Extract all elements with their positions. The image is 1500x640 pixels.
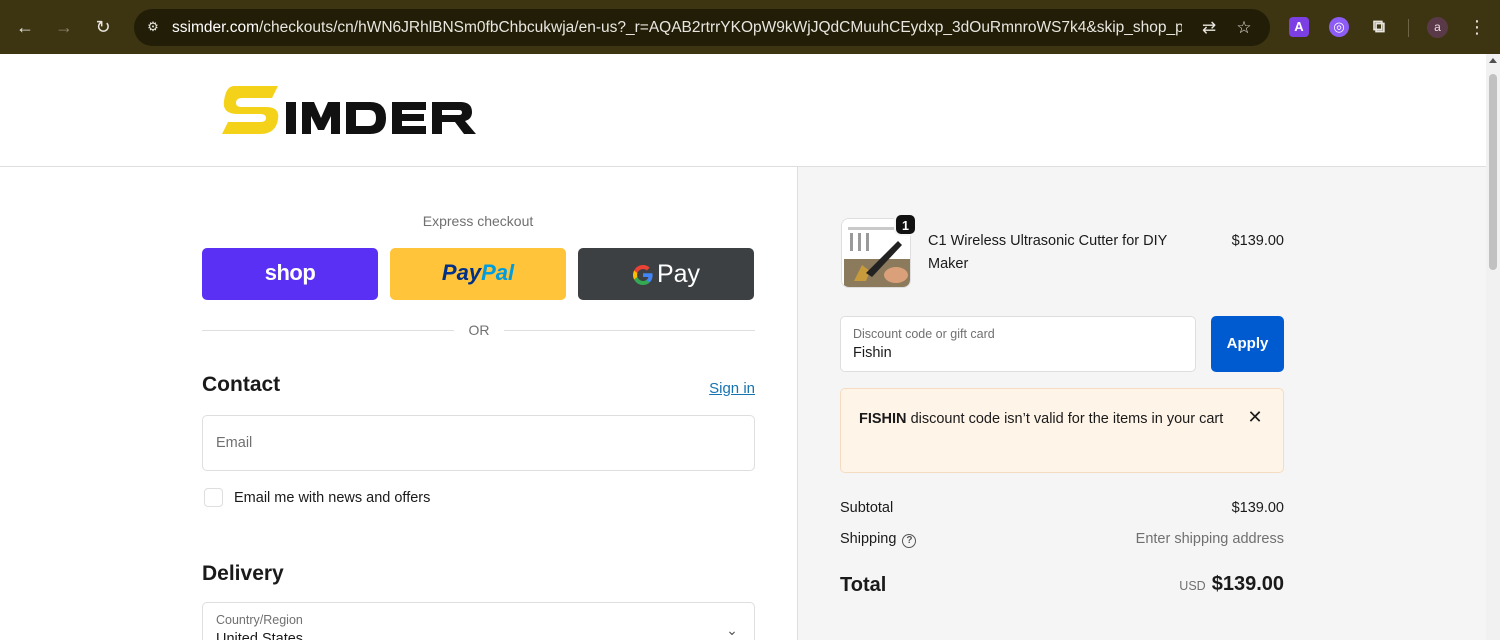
site-info-icon[interactable]: ⚙ [144,18,162,36]
email-placeholder: Email [216,435,253,451]
country-label: Country/Region [216,613,303,627]
google-g-icon [632,265,653,285]
page-scrollbar[interactable] [1486,54,1500,640]
back-arrow-icon[interactable]: ← [12,14,38,40]
product-price: $139.00 [1231,233,1284,249]
sign-in-link[interactable]: Sign in [690,380,755,397]
newsletter-checkbox[interactable] [204,488,223,507]
reload-icon[interactable]: ↻ [90,14,116,40]
total-amount: $139.00 [1211,573,1284,595]
paypal-label-part2: Pal [481,260,515,285]
bookmark-star-icon[interactable]: ☆ [1233,17,1255,39]
extensions-puzzle-icon[interactable]: ⧉ [1369,17,1389,37]
extension-a-icon[interactable]: A [1289,17,1309,37]
browser-toolbar: ← → ↻ ⚙ ssimder.com/checkouts/cn/hWN6JRh… [0,0,1500,54]
delivery-title: Delivery [202,562,284,585]
chevron-down-icon: ⌄ [726,622,738,638]
express-checkout-title: Express checkout [422,213,534,229]
shop-pay-label: shop [264,260,316,285]
help-question-icon[interactable]: ? [902,534,917,548]
country-value: United States [216,631,304,640]
newsletter-label: Email me with news and offers [234,490,431,506]
discount-code-field[interactable]: Discount code or gift card Fishin [840,316,1196,372]
shipping-value: Enter shipping address [1135,531,1284,547]
or-divider-right [504,330,755,331]
discount-error-banner: FISHIN discount code isn’t valid for the… [840,388,1284,473]
discount-code-label: Discount code or gift card [853,327,995,341]
address-bar[interactable]: ⚙ ssimder.com/checkouts/cn/hWN6JRhlBNSm0… [134,9,1270,46]
store-header [0,54,1486,167]
discount-error-code: FISHIN [859,411,907,427]
discount-error-text: discount code isn’t valid for the items … [910,411,1224,427]
close-icon[interactable]: ✕ [1245,407,1265,427]
shipping-label: Shipping [840,531,897,547]
quantity-badge: 1 [894,213,917,236]
google-pay-label: Pay [656,260,701,288]
or-divider-left [202,330,454,331]
total-value: USD $139.00 [1080,573,1284,596]
discount-code-value: Fishin [853,345,892,361]
forward-arrow-icon[interactable]: → [51,14,77,40]
browser-menu-icon[interactable]: ⋮ [1467,16,1487,38]
product-name: C1 Wireless Ultrasonic Cutter for DIY Ma… [928,233,1168,272]
scroll-up-arrow-icon[interactable] [1489,58,1497,63]
profile-avatar[interactable]: a [1427,17,1448,38]
subtotal-label: Subtotal [840,500,894,516]
scrollbar-thumb[interactable] [1489,74,1497,270]
contact-title: Contact [202,373,281,396]
shop-pay-button[interactable]: shop [202,248,378,300]
apply-discount-button[interactable]: Apply [1211,316,1284,372]
subtotal-value: $139.00 [1231,500,1284,516]
google-pay-button[interactable]: Pay [578,248,754,300]
country-select[interactable]: Country/Region United States ⌄ [202,602,755,640]
simder-logo[interactable] [220,84,496,138]
paypal-label-part1: Pay [441,260,482,285]
total-currency: USD [1179,579,1206,593]
toolbar-divider [1408,19,1409,37]
or-divider-label: OR [468,322,490,338]
shipping-label-row: Shipping? [840,531,917,548]
total-label: Total [840,574,887,596]
discount-error-message: FISHIN discount code isn’t valid for the… [859,408,1229,431]
email-field[interactable]: Email [202,415,755,471]
extension-swirl-icon[interactable]: ◎ [1329,17,1349,37]
paypal-button[interactable]: PayPal [390,248,566,300]
url-text[interactable]: ssimder.com/checkouts/cn/hWN6JRhlBNSm0fb… [172,18,1182,38]
translate-icon[interactable]: ⇄ [1198,17,1220,39]
